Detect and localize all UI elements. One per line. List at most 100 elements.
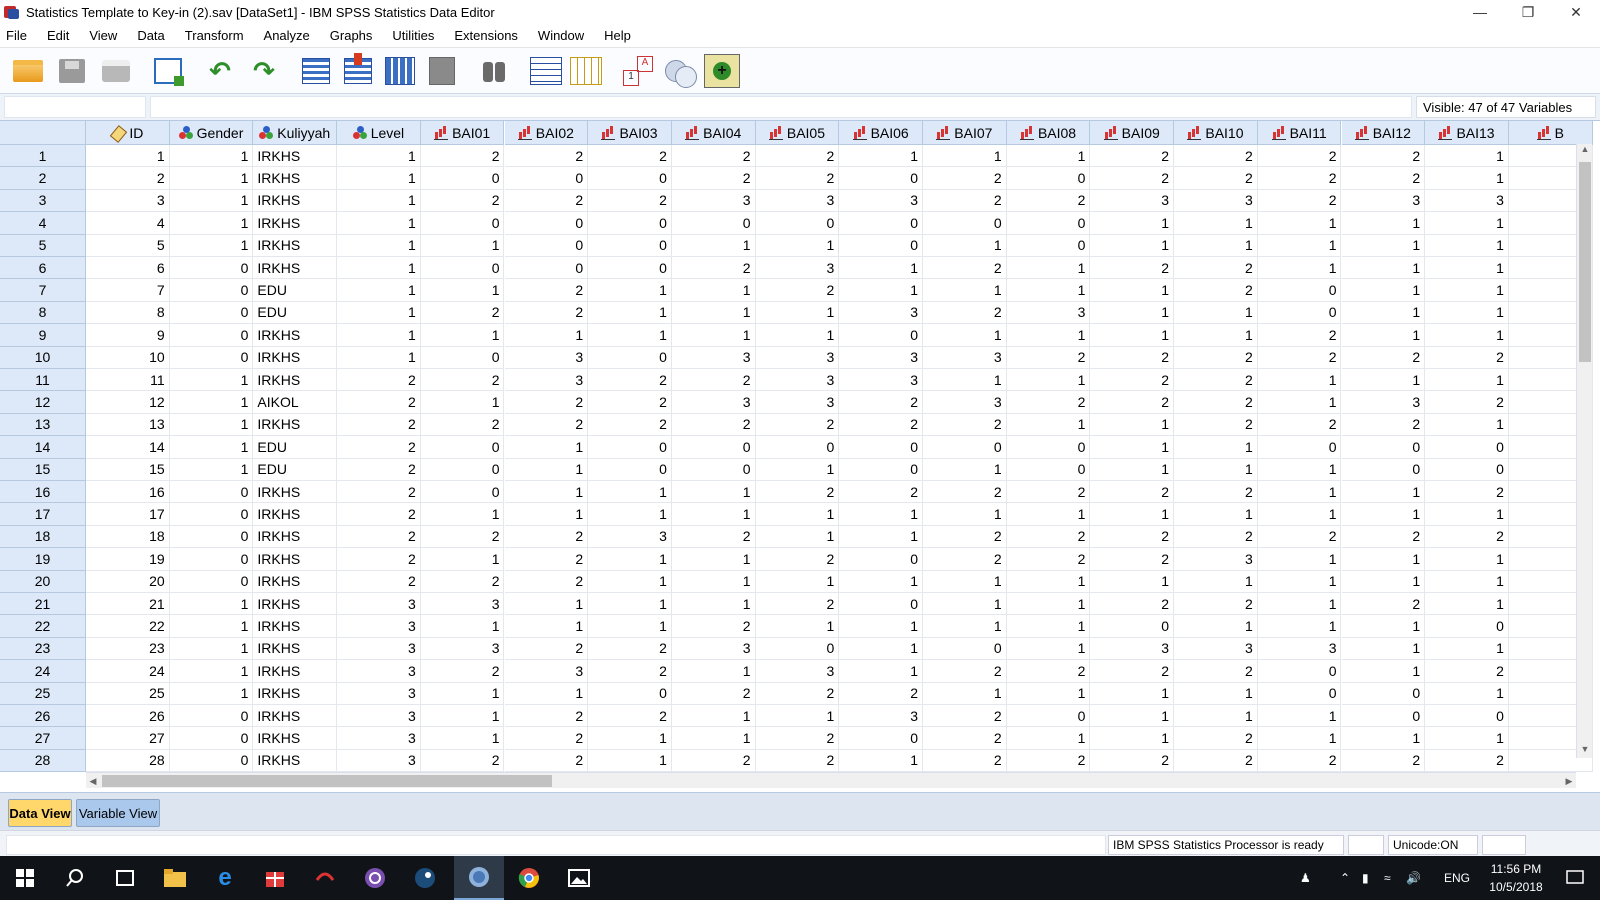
vertical-scrollbar[interactable]: ▲ ▼	[1576, 144, 1592, 758]
data-cell[interactable]: 2	[755, 481, 840, 504]
data-cell[interactable]: 1	[420, 234, 505, 257]
data-cell[interactable]: 2	[755, 749, 840, 773]
data-cell[interactable]: 1	[420, 324, 505, 347]
data-cell[interactable]: 8	[86, 301, 170, 325]
data-cell[interactable]: 1	[1425, 324, 1509, 347]
data-cell[interactable]: 1	[1006, 503, 1091, 526]
data-cell[interactable]: 3	[755, 660, 840, 683]
data-cell[interactable]: 2	[923, 749, 1007, 773]
data-cell[interactable]: 0	[839, 324, 923, 347]
gift-app-icon[interactable]	[250, 856, 300, 900]
data-cell[interactable]: 2	[1174, 660, 1258, 683]
data-cell[interactable]: 1	[420, 391, 505, 414]
data-cell[interactable]: 3	[1174, 637, 1258, 661]
data-cell[interactable]: 2	[671, 615, 756, 638]
data-cell[interactable]: 2	[1257, 145, 1342, 168]
recall-dialog-icon[interactable]	[150, 54, 186, 88]
data-cell[interactable]: 0	[588, 257, 672, 280]
people-icon[interactable]: ♟	[1300, 856, 1311, 900]
menu-utilities[interactable]: Utilities	[382, 28, 444, 43]
data-cell[interactable]: 1	[1425, 413, 1509, 437]
data-cell[interactable]: 3	[337, 660, 421, 683]
data-cell[interactable]: 0	[169, 481, 254, 504]
go-to-variable-icon[interactable]	[340, 53, 376, 88]
cell-reference-field[interactable]	[4, 96, 146, 118]
data-cell[interactable]: 2	[1006, 749, 1091, 773]
volume-icon[interactable]: 🔊	[1406, 856, 1421, 900]
data-cell[interactable]: 1	[671, 548, 756, 571]
data-cell[interactable]: 2	[923, 705, 1007, 728]
data-cell[interactable]: 0	[1425, 705, 1509, 728]
data-cell[interactable]: 15	[86, 458, 170, 481]
data-cell[interactable]: 2	[923, 727, 1007, 750]
data-cell[interactable]: 0	[839, 548, 923, 571]
row-header[interactable]: 13	[0, 413, 86, 437]
data-cell[interactable]: 1	[1006, 279, 1091, 302]
data-cell[interactable]: 0	[1090, 615, 1175, 638]
data-cell[interactable]: 1	[1425, 212, 1509, 235]
data-cell[interactable]: 1	[1257, 234, 1342, 257]
data-cell[interactable]: 2	[1257, 324, 1342, 347]
column-header-gender[interactable]: Gender	[169, 121, 254, 145]
data-cell[interactable]: 1	[588, 503, 672, 526]
column-header-level[interactable]: Level	[337, 121, 421, 145]
data-cell[interactable]: 1	[1425, 548, 1509, 571]
data-cell[interactable]: 2	[1174, 145, 1258, 168]
data-cell[interactable]: 1	[1425, 637, 1509, 661]
data-cell[interactable]: 1	[839, 570, 923, 593]
data-cell[interactable]: 1	[337, 212, 421, 235]
menu-transform[interactable]: Transform	[175, 28, 254, 43]
data-cell[interactable]: 5	[86, 234, 170, 257]
row-header[interactable]: 24	[0, 660, 86, 683]
data-cell[interactable]: 0	[169, 749, 254, 773]
data-cell[interactable]: 1	[923, 458, 1007, 481]
data-cell[interactable]: 1	[169, 615, 254, 638]
data-cell[interactable]: 0	[588, 458, 672, 481]
data-cell[interactable]: 1	[1425, 167, 1509, 190]
data-cell[interactable]: 1	[1341, 257, 1426, 280]
data-cell[interactable]: 1	[671, 660, 756, 683]
data-cell[interactable]: 0	[1257, 660, 1342, 683]
data-cell[interactable]: 0	[1257, 436, 1342, 459]
data-cell[interactable]: 1	[1174, 615, 1258, 638]
data-cell[interactable]: 1	[169, 369, 254, 392]
data-cell[interactable]: 2	[337, 548, 421, 571]
data-cell[interactable]: 2	[671, 257, 756, 280]
data-cell[interactable]: 2	[1006, 189, 1091, 213]
horizontal-scroll-thumb[interactable]	[102, 775, 552, 787]
data-cell[interactable]: 0	[588, 346, 672, 369]
data-cell[interactable]: 2	[1341, 593, 1426, 616]
column-header-bai07[interactable]: BAI07	[923, 121, 1007, 145]
data-cell[interactable]: 0	[169, 346, 254, 369]
data-cell[interactable]: 2	[1090, 593, 1175, 616]
data-cell[interactable]: 2	[755, 682, 840, 705]
data-cell[interactable]: 1	[588, 481, 672, 504]
row-header[interactable]: 16	[0, 481, 86, 504]
data-cell[interactable]: 1	[1090, 234, 1175, 257]
menu-extensions[interactable]: Extensions	[444, 28, 528, 43]
data-cell[interactable]: 0	[420, 458, 505, 481]
row-header[interactable]: 12	[0, 391, 86, 414]
data-cell[interactable]: 1	[504, 615, 589, 638]
data-cell[interactable]: 1	[1090, 324, 1175, 347]
data-cell[interactable]: 3	[337, 593, 421, 616]
data-cell[interactable]: 0	[1006, 436, 1091, 459]
data-cell[interactable]: 2	[420, 525, 505, 549]
data-cell[interactable]: 2	[1257, 346, 1342, 369]
data-cell[interactable]: 1	[169, 660, 254, 683]
column-header-bai11[interactable]: BAI11	[1257, 121, 1342, 145]
data-cell[interactable]: 1	[337, 346, 421, 369]
data-cell[interactable]: 19	[86, 548, 170, 571]
data-cell[interactable]: 22	[86, 615, 170, 638]
data-cell[interactable]: 2	[671, 525, 756, 549]
data-cell[interactable]: 2	[504, 727, 589, 750]
data-cell[interactable]: IRKHS	[253, 145, 338, 168]
data-cell[interactable]: 3	[839, 705, 923, 728]
data-cell[interactable]: 3	[337, 615, 421, 638]
data-cell[interactable]: 1	[839, 615, 923, 638]
data-cell[interactable]: 2	[1090, 481, 1175, 504]
windows-start-icon[interactable]	[0, 856, 50, 900]
row-header[interactable]: 8	[0, 301, 86, 325]
data-cell[interactable]: 1	[1257, 727, 1342, 750]
data-cell[interactable]: 1	[337, 189, 421, 213]
